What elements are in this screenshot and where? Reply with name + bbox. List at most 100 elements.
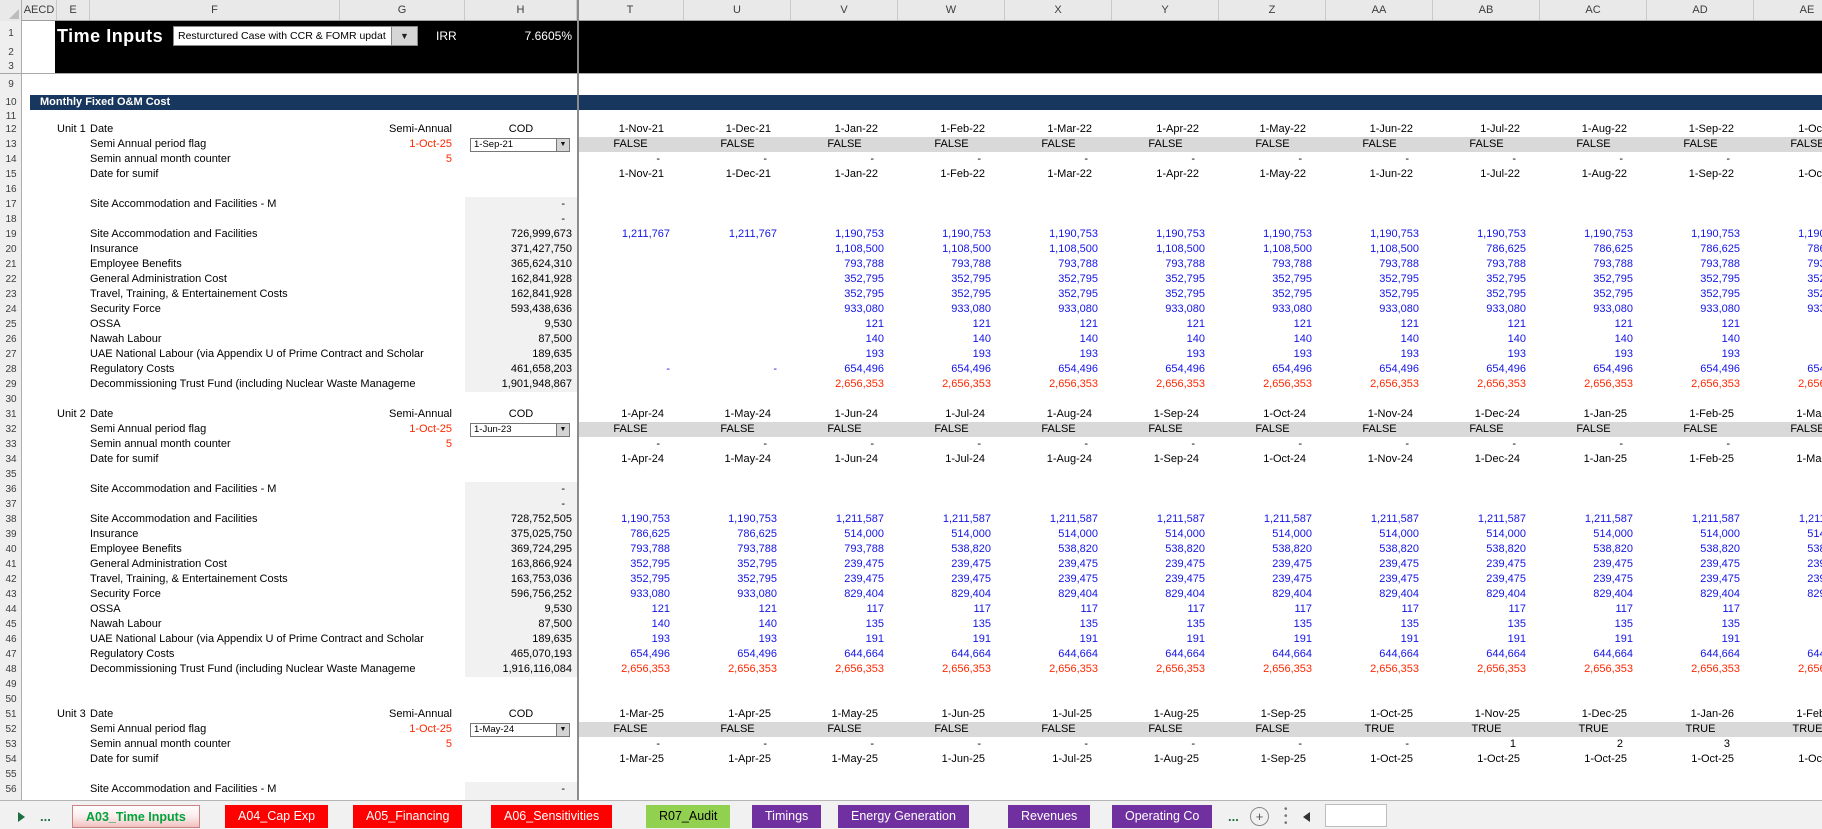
row-header-39[interactable]: 39 <box>0 527 22 542</box>
value-cell[interactable]: 135 <box>1433 617 1526 632</box>
date-cell[interactable]: 1-May-22 <box>1219 122 1306 137</box>
value-cell[interactable]: 239,475 <box>1540 557 1633 572</box>
sheet-tab-a03-time-inputs[interactable]: A03_Time Inputs <box>72 805 200 828</box>
counter-cell[interactable]: - <box>1005 152 1088 167</box>
value-cell[interactable]: 2,656,353 <box>791 662 884 677</box>
row-total[interactable]: 9,530 <box>465 317 572 332</box>
add-sheet-button[interactable]: + <box>1250 807 1269 826</box>
counter-cell[interactable]: - <box>1112 152 1195 167</box>
sumif-date-cell[interactable]: 1-Sep-25 <box>1219 752 1306 767</box>
value-cell[interactable]: 352,795 <box>684 557 777 572</box>
value-cell[interactable]: 239,475 <box>1647 557 1740 572</box>
value-cell[interactable]: 191 <box>1433 632 1526 647</box>
counter-cell[interactable]: - <box>1540 437 1623 452</box>
sumif-date-cell[interactable]: 1-Aug-24 <box>1005 452 1092 467</box>
date-cell[interactable]: 1-Feb-22 <box>898 122 985 137</box>
row-header-36[interactable]: 36 <box>0 482 22 497</box>
value-cell[interactable]: 1,190,753 <box>577 512 670 527</box>
value-cell[interactable]: 121 <box>1647 317 1740 332</box>
date-cell[interactable]: 1-Apr-24 <box>577 407 664 422</box>
value-cell[interactable]: 538,820 <box>1219 542 1312 557</box>
counter-cell[interactable]: - <box>1647 152 1730 167</box>
value-cell[interactable]: 654,496 <box>791 362 884 377</box>
value-cell[interactable]: 239,475 <box>1326 557 1419 572</box>
value-cell[interactable]: 1,190,753 <box>684 512 777 527</box>
value-cell[interactable]: 239,475 <box>1754 557 1822 572</box>
value-cell[interactable]: 644,664 <box>1326 647 1419 662</box>
flag-cell[interactable]: TRUE <box>1540 722 1647 737</box>
row-header-34[interactable]: 34 <box>0 452 22 467</box>
flag-cell[interactable]: FALSE <box>684 722 791 737</box>
value-cell[interactable]: 193 <box>1005 347 1098 362</box>
value-cell[interactable]: 193 <box>1219 347 1312 362</box>
value-cell[interactable]: 786,625 <box>684 527 777 542</box>
row-header-26[interactable]: 26 <box>0 332 22 347</box>
flag-cell[interactable]: FALSE <box>577 137 684 152</box>
value-cell[interactable]: 193 <box>1647 347 1740 362</box>
value-cell[interactable]: 352,795 <box>577 557 670 572</box>
value-cell[interactable]: 2,656,353 <box>1433 377 1526 392</box>
flag-cell[interactable]: TRUE <box>1326 722 1433 737</box>
row-header-1[interactable]: 1 <box>0 21 22 46</box>
date-cell[interactable]: 1-Oct-24 <box>1219 407 1306 422</box>
value-cell[interactable]: 117 <box>1433 602 1526 617</box>
sheet-tab-r07-audit[interactable]: R07_Audit <box>646 805 731 828</box>
value-cell[interactable]: 352,795 <box>1433 287 1526 302</box>
value-cell[interactable]: 514,000 <box>1754 527 1822 542</box>
value-cell[interactable]: 121 <box>1433 317 1526 332</box>
row-header-56[interactable]: 56 <box>0 782 22 797</box>
value-cell[interactable]: 2,656,353 <box>1112 377 1205 392</box>
value-cell[interactable]: 1,211,587 <box>1005 512 1098 527</box>
value-cell[interactable]: 654,496 <box>1754 362 1822 377</box>
flag-cell[interactable]: FALSE <box>1219 722 1326 737</box>
value-cell[interactable]: 191 <box>791 632 884 647</box>
scroll-left-icon[interactable] <box>1303 812 1310 822</box>
flag-cell[interactable]: FALSE <box>791 137 898 152</box>
value-cell[interactable]: 239,475 <box>1433 572 1526 587</box>
row-total[interactable]: 728,752,505 <box>465 512 572 527</box>
counter-cell[interactable]: - <box>1433 152 1516 167</box>
cod-dropdown[interactable]: 1-Jun-23 ▼ <box>470 423 570 437</box>
sumif-date-cell[interactable]: 1-Feb-25 <box>1647 452 1734 467</box>
row-header-27[interactable]: 27 <box>0 347 22 362</box>
value-cell[interactable]: 140 <box>1433 332 1526 347</box>
counter-cell[interactable]: - <box>791 437 874 452</box>
column-header-G[interactable]: G <box>340 0 465 20</box>
value-cell[interactable]: 1,108,500 <box>1219 242 1312 257</box>
value-cell[interactable]: 135 <box>898 617 991 632</box>
value-cell[interactable]: 121 <box>1326 317 1419 332</box>
value-cell[interactable]: 933,080 <box>1326 302 1419 317</box>
sheet-nav-right-icon[interactable] <box>18 812 25 822</box>
column-header-E[interactable]: E <box>57 0 90 20</box>
value-cell[interactable]: 2,656,353 <box>684 662 777 677</box>
counter-cell[interactable]: - <box>898 152 981 167</box>
value-cell[interactable]: 1,211,587 <box>898 512 991 527</box>
value-cell[interactable]: 239,475 <box>1540 572 1633 587</box>
counter-cell[interactable]: - <box>1326 437 1409 452</box>
value-cell[interactable]: 352,795 <box>1219 272 1312 287</box>
value-cell[interactable]: 654,496 <box>1112 362 1205 377</box>
counter-cell[interactable]: - <box>684 437 767 452</box>
value-cell[interactable]: 1,211,587 <box>1326 512 1419 527</box>
flag-cell[interactable]: TRUE <box>1754 722 1822 737</box>
value-cell[interactable]: 121 <box>684 602 777 617</box>
value-cell[interactable]: 514,000 <box>1540 527 1633 542</box>
value-cell[interactable]: 538,820 <box>1647 542 1740 557</box>
date-cell[interactable]: 1-Dec-21 <box>684 122 771 137</box>
sumif-date-cell[interactable]: 1-May-25 <box>791 752 878 767</box>
value-cell[interactable]: 117 <box>1112 602 1205 617</box>
value-cell[interactable]: 654,496 <box>577 647 670 662</box>
row-header-21[interactable]: 21 <box>0 257 22 272</box>
row-header-46[interactable]: 46 <box>0 632 22 647</box>
counter-cell[interactable]: - <box>1540 152 1623 167</box>
value-cell[interactable]: 1,190,753 <box>1219 227 1312 242</box>
row-header-31[interactable]: 31 <box>0 407 22 422</box>
sheet-tab-revenues[interactable]: Revenues <box>1008 805 1091 828</box>
value-cell[interactable]: 538,820 <box>1326 542 1419 557</box>
sumif-date-cell[interactable]: 1-Oct-22 <box>1754 167 1822 182</box>
value-cell[interactable]: 140 <box>1540 332 1633 347</box>
value-cell[interactable]: 538,820 <box>1112 542 1205 557</box>
row-total[interactable]: 1,901,948,867 <box>465 377 572 392</box>
counter-cell[interactable]: - <box>684 737 767 752</box>
column-header-Z[interactable]: Z <box>1219 0 1326 20</box>
